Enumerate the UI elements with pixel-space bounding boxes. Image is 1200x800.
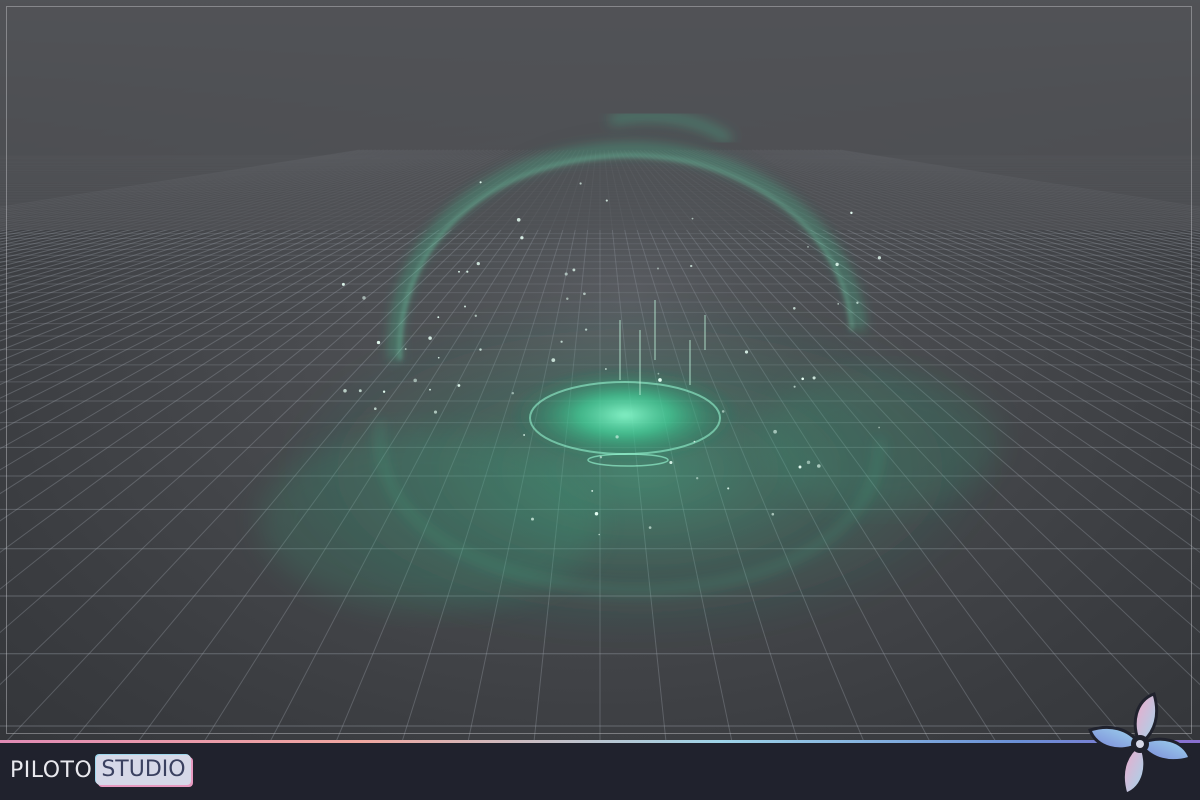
spark-particle [437,316,440,319]
branding-footer: PILOTO STUDIO [0,740,1200,800]
spark-particle [458,270,460,273]
spark-particle [793,385,796,388]
spark-particle [566,297,569,300]
logo-word-studio: STUDIO [96,755,191,785]
spark-particle [433,410,438,414]
vfx-viewport [0,0,1200,740]
spark-particle [878,426,880,429]
spark-particle [564,272,568,276]
spark-particle [669,460,673,465]
spark-particle [771,512,775,516]
footer-gradient-line [0,740,1200,743]
spark-particle [806,460,811,465]
spark-particle [721,410,725,413]
spark-particle [358,389,362,393]
spark-particle [605,368,607,370]
dome-body [390,120,870,560]
spark-particle [523,434,525,436]
spark-particle [812,376,816,380]
spark-particle [658,378,662,382]
spark-particle [591,489,594,492]
spark-particle [551,358,556,362]
spark-particle [476,261,480,266]
spark-particle [382,390,386,393]
spark-particle [594,511,599,516]
spark-particle [598,533,601,536]
spark-particle [696,477,699,480]
spark-particle [605,199,608,202]
spark-particle [657,372,660,375]
spark-particle [599,456,603,459]
logo-word-piloto: PILOTO [10,757,93,783]
spark-particle [657,267,659,270]
spark-particle [744,350,749,354]
spark-particle [466,270,469,273]
spark-particle [457,384,461,387]
spark-particle [479,348,482,351]
spark-particle [479,181,482,184]
spark-particle [428,336,432,340]
screenshot-frame: PILOTO STUDIO [0,0,1200,800]
spark-particle [579,182,582,185]
spark-particle [584,328,588,331]
spark-particle [362,296,366,300]
spark-particle [615,435,619,439]
piloto-studio-logo: PILOTO STUDIO [10,754,191,786]
spark-particle [837,303,840,305]
spark-particle [856,301,859,304]
spark-particle [376,340,381,345]
spark-particle [801,377,805,381]
spark-particle [691,217,694,220]
spark-particle [511,391,515,395]
spark-particle [413,378,417,383]
spark-particle [572,268,576,272]
spark-particle [404,348,407,350]
spark-particle [520,236,524,240]
spark-particle [437,356,440,359]
spark-particle [341,282,345,286]
spark-particle [648,526,652,529]
spark-particle [474,314,477,317]
spark-particle [817,464,821,468]
spark-particle [690,264,693,268]
spark-particle [560,340,563,343]
spark-particle [727,487,730,490]
spark-particle [516,218,521,222]
spark-particle [693,440,696,443]
spark-particle [464,305,466,308]
fan-logo-icon [1088,692,1192,796]
dome-effect [260,112,1000,640]
spark-particle [850,211,853,215]
spark-particle [798,465,802,469]
spark-particle [531,517,534,521]
spark-particle [835,262,839,267]
spark-particle [807,246,809,248]
spark-particle [583,292,586,296]
spark-particle [793,307,796,310]
spark-particle [773,429,777,434]
spark-particle [877,256,882,260]
spark-particle [429,388,431,391]
spark-particle [343,389,347,393]
spark-particle [374,407,377,411]
